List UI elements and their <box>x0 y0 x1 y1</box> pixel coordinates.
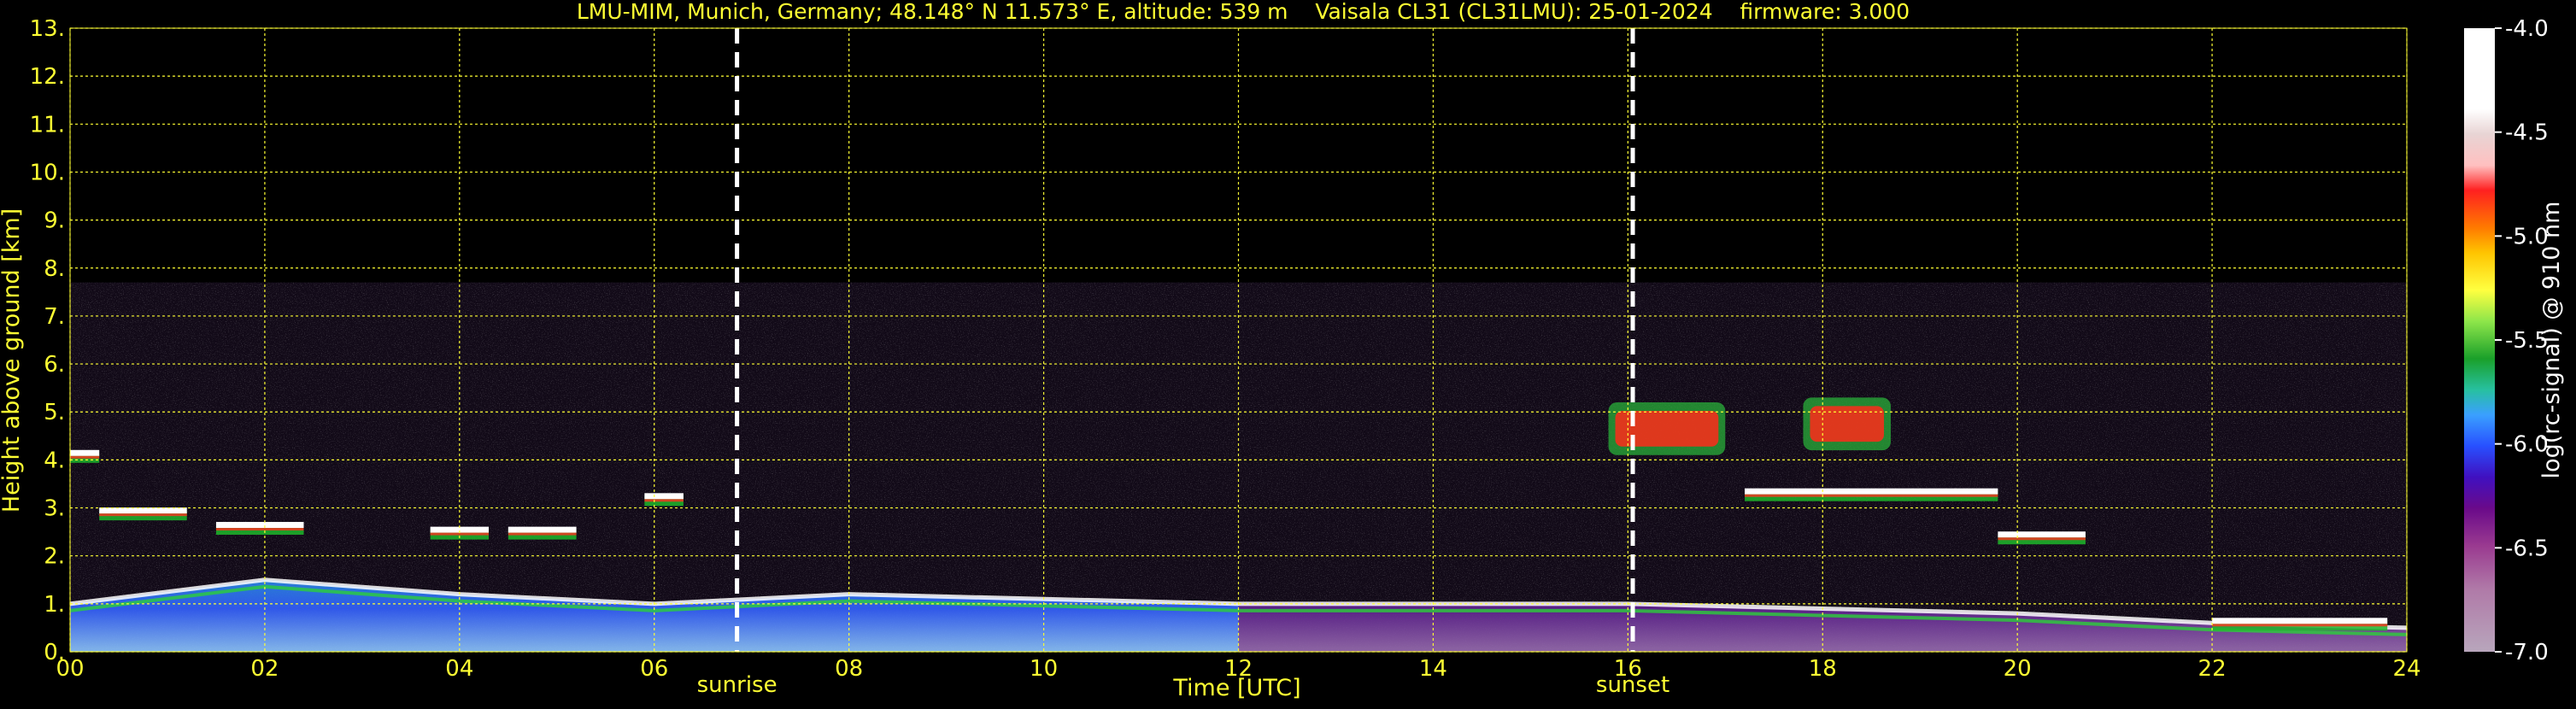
cloud-layer-edge-2 <box>215 528 304 530</box>
cloud-layer-8 <box>2212 618 2388 624</box>
colorbar-label: log(rc-signal) @ 910 nm <box>2538 202 2565 479</box>
y-tick-label: 2. <box>44 544 65 570</box>
cloud-layer-0 <box>70 449 100 456</box>
x-tick-label: 04 <box>445 656 473 682</box>
y-tick-label: 1. <box>44 592 65 618</box>
y-axis-label: Height above ground [km] <box>0 208 25 513</box>
cloud-layer-edge-0 <box>70 455 100 459</box>
colorbar-tick-label: -7.0 <box>2505 640 2549 665</box>
chart-title: LMU-MIM, Munich, Germany; 48.148° N 11.5… <box>577 0 1910 24</box>
cloud-layer-edge-4 <box>508 532 577 536</box>
x-tick-label: 18 <box>1809 656 1837 682</box>
sunset-label: sunset <box>1596 672 1669 698</box>
cloud-layer-edge-7 <box>1998 537 2086 541</box>
y-tick-label: 11. <box>30 112 65 138</box>
x-tick-label: 22 <box>2198 656 2227 682</box>
colorbar-tick-label: -4.0 <box>2505 16 2549 42</box>
y-tick-label: 9. <box>44 208 65 234</box>
x-tick-label: 08 <box>835 656 863 682</box>
cloud-layer-edge-5 <box>644 499 684 502</box>
x-tick-label: 02 <box>250 656 279 682</box>
cloud-layer-edge-3 <box>430 532 490 536</box>
cloud-layer-edge-1 <box>99 513 187 517</box>
high-signal-core-1 <box>1810 406 1885 442</box>
cloud-layer-edge-6 <box>1745 494 1998 497</box>
y-tick-label: 10. <box>30 160 65 185</box>
x-tick-label: 10 <box>1030 656 1058 682</box>
ceilometer-figure: LMU-MIM, Munich, Germany; 48.148° N 11.5… <box>0 0 2576 706</box>
y-tick-label: 7. <box>44 304 65 330</box>
cloud-layer-1 <box>99 507 187 514</box>
y-tick-label: 8. <box>44 256 65 282</box>
y-tick-label: 12. <box>30 64 65 90</box>
x-tick-label: 06 <box>640 656 668 682</box>
colorbar: -4.0-4.5-5.0-5.5-6.0-6.5-7.0 log(rc-sign… <box>2464 16 2565 665</box>
x-tick-label: 20 <box>2004 656 2032 682</box>
x-tick-label: 14 <box>1419 656 1447 682</box>
cloud-layer-7 <box>1998 531 2086 538</box>
colorbar-tick-label: -4.5 <box>2505 120 2549 146</box>
cloud-layer-edge-8 <box>2212 624 2388 627</box>
y-tick-label: 6. <box>44 352 65 378</box>
colorbar-gradient <box>2464 28 2495 652</box>
y-tick-label: 13. <box>30 16 65 42</box>
ceilometer-svg: LMU-MIM, Munich, Germany; 48.148° N 11.5… <box>0 0 2565 701</box>
y-tick-label: 3. <box>44 496 65 522</box>
cloud-layer-5 <box>644 493 684 500</box>
cloud-layer-6 <box>1745 488 1998 495</box>
x-tick-label: 24 <box>2392 656 2421 682</box>
y-tick-label: 4. <box>44 448 65 473</box>
y-tick-label: 0. <box>44 640 65 665</box>
y-tick-label: 5. <box>44 400 65 425</box>
cloud-layer-4 <box>508 526 577 533</box>
colorbar-tick-label: -6.5 <box>2505 536 2549 561</box>
y-axis-ticks: 0. 1. 2. 3. 4. 5. 6. 7. 8. 9. 10. 11. 12. 13. <box>30 16 65 665</box>
x-axis-label: Time [UTC] <box>1172 675 1300 701</box>
plot-area <box>69 27 2408 653</box>
sunrise-label: sunrise <box>697 672 777 698</box>
cloud-layer-2 <box>215 522 304 528</box>
